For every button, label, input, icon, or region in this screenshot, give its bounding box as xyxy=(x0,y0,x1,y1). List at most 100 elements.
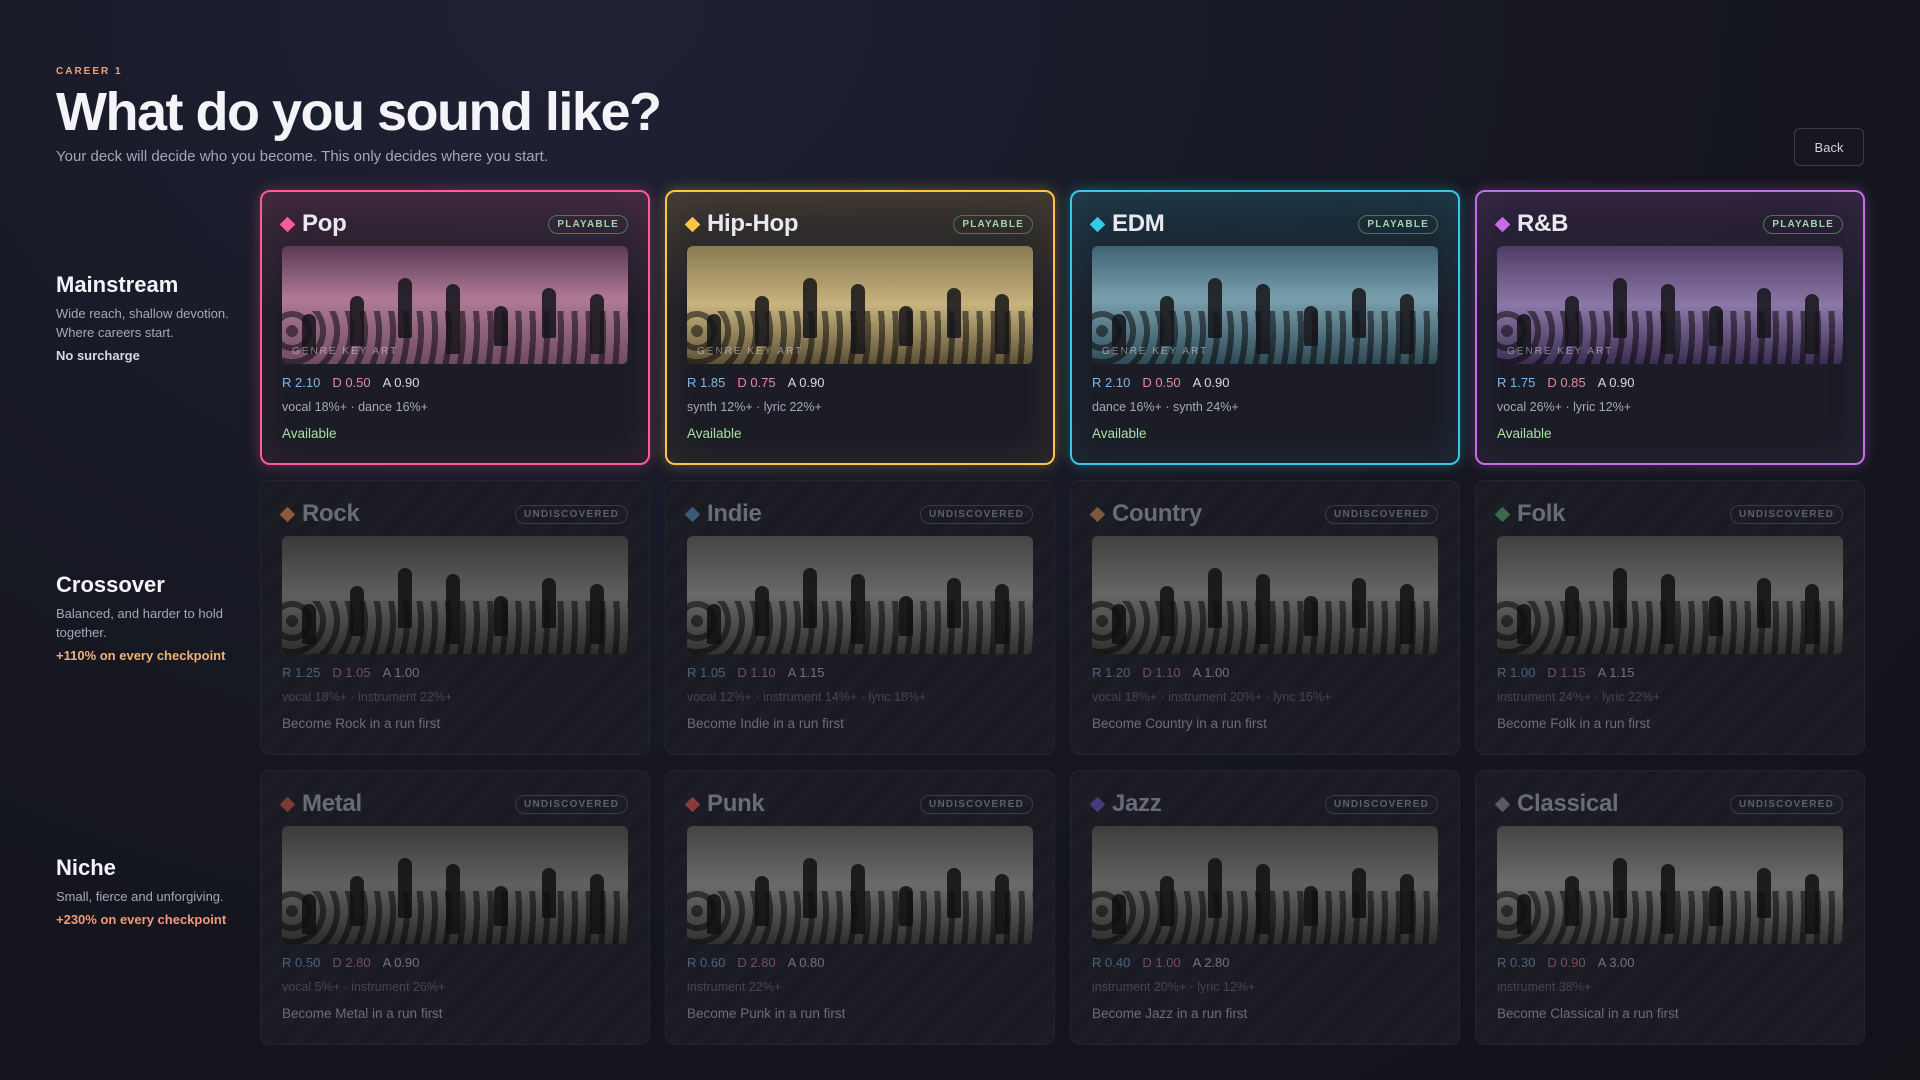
card-title: Hip-Hop xyxy=(707,210,799,237)
art-figure xyxy=(1613,278,1627,338)
card-title-wrap: Jazz xyxy=(1089,790,1162,818)
card-header: Metal UNDISCOVERED xyxy=(279,790,628,818)
art-figure xyxy=(542,578,556,628)
diamond-icon xyxy=(684,506,701,522)
stat-a: A 1.15 xyxy=(1597,665,1635,680)
art-figure xyxy=(1661,864,1675,934)
genre-key-art: GENRE KEY ART xyxy=(1092,246,1438,364)
diamond-icon xyxy=(1089,506,1106,522)
genre-stats: R 0.60 D 2.80 A 0.80 xyxy=(687,955,1033,970)
card-title: EDM xyxy=(1112,210,1165,237)
art-figure xyxy=(851,284,865,354)
genre-card-hip-hop[interactable]: Hip-Hop PLAYABLE GENRE KEY ART R 1.85 D 0.75… xyxy=(665,190,1055,465)
art-figure xyxy=(1304,886,1318,926)
art-figure xyxy=(1805,584,1819,644)
genre-traits: instrument 20%+ · lyric 12%+ xyxy=(1092,980,1256,994)
stat-d: D 1.00 xyxy=(1142,955,1181,970)
stat-r: R 2.10 xyxy=(282,375,321,390)
stat-a: A 3.00 xyxy=(1597,955,1635,970)
stat-d: D 1.05 xyxy=(332,665,371,680)
art-figure xyxy=(899,886,913,926)
art-figure xyxy=(1565,296,1579,346)
tier-crossover: Crossover Balanced, and harder to hold t… xyxy=(56,572,246,664)
art-figure xyxy=(1400,874,1414,934)
art-figure xyxy=(947,578,961,628)
stat-a: A 1.00 xyxy=(1192,665,1230,680)
art-figure xyxy=(1160,586,1174,636)
card-title-wrap: Indie xyxy=(684,500,762,528)
art-figure xyxy=(707,894,721,934)
genre-card-rock: Rock UNDISCOVERED R 1.25 D 1.05 A 1.00 vocal … xyxy=(260,480,650,755)
tier-name: Crossover xyxy=(56,572,165,597)
stat-d: D 0.90 xyxy=(1547,955,1586,970)
card-title: Indie xyxy=(707,500,762,527)
status-badge: UNDISCOVERED xyxy=(515,504,628,524)
art-figure xyxy=(1112,604,1126,644)
status-badge: UNDISCOVERED xyxy=(1730,794,1843,814)
genre-card-jazz: Jazz UNDISCOVERED R 0.40 D 1.00 A 2.80 instru… xyxy=(1070,770,1460,1045)
card-title-wrap: Country xyxy=(1089,500,1202,528)
status-badge: UNDISCOVERED xyxy=(515,794,628,814)
genre-key-art xyxy=(1092,826,1438,944)
art-figure xyxy=(1256,574,1270,644)
genre-traits: vocal 18%+ · instrument 22%+ xyxy=(282,690,453,704)
stat-a: A 0.90 xyxy=(382,955,420,970)
art-figure xyxy=(398,568,412,628)
genre-key-art xyxy=(282,536,628,654)
tier-niche: Niche Small, fierce and unforgiving. +23… xyxy=(56,855,246,928)
status-badge: PLAYABLE xyxy=(1763,214,1843,234)
stat-d: D 2.80 xyxy=(737,955,776,970)
genre-stats: R 2.10 D 0.50 A 0.90 xyxy=(1092,375,1438,390)
art-figure xyxy=(1208,568,1222,628)
genre-traits: dance 16%+ · synth 24%+ xyxy=(1092,400,1239,414)
diamond-icon xyxy=(684,796,701,812)
back-button[interactable]: Back xyxy=(1794,128,1864,166)
genre-traits: vocal 26%+ · lyric 12%+ xyxy=(1497,400,1632,414)
tier-desc: Wide reach, shallow devotion. Where care… xyxy=(56,306,229,340)
genre-key-art xyxy=(1092,536,1438,654)
genre-card-edm[interactable]: EDM PLAYABLE GENRE KEY ART R 2.10 D 0.50 A 0.… xyxy=(1070,190,1460,465)
art-figure xyxy=(803,278,817,338)
art-figure xyxy=(1709,886,1723,926)
stat-r: R 0.30 xyxy=(1497,955,1536,970)
stat-a: A 0.90 xyxy=(1192,375,1230,390)
tier-name: Niche xyxy=(56,855,116,880)
art-figure xyxy=(1613,568,1627,628)
art-figure xyxy=(1613,858,1627,918)
status-badge: UNDISCOVERED xyxy=(920,504,1033,524)
card-title-wrap: Folk xyxy=(1494,500,1566,528)
art-figure xyxy=(494,596,508,636)
art-figure xyxy=(1517,604,1531,644)
genre-traits: instrument 24%+ · lyric 22%+ xyxy=(1497,690,1661,704)
art-figure xyxy=(1400,294,1414,354)
stat-r: R 0.40 xyxy=(1092,955,1131,970)
diamond-icon xyxy=(279,216,296,232)
stat-a: A 0.90 xyxy=(1597,375,1635,390)
card-header: EDM PLAYABLE xyxy=(1089,210,1438,238)
status-badge: PLAYABLE xyxy=(1358,214,1438,234)
genre-card-metal: Metal UNDISCOVERED R 0.50 D 2.80 A 0.90 vocal… xyxy=(260,770,650,1045)
art-figure xyxy=(755,296,769,346)
art-figure xyxy=(1208,278,1222,338)
genre-status: Become Jazz in a run first xyxy=(1092,1006,1248,1021)
tier-desc: Small, fierce and unforgiving. xyxy=(56,889,224,904)
genre-status: Become Rock in a run first xyxy=(282,716,441,731)
genre-status: Available xyxy=(282,426,337,441)
stat-d: D 1.10 xyxy=(737,665,776,680)
art-figure xyxy=(350,586,364,636)
diamond-icon xyxy=(1494,216,1511,232)
card-header: Pop PLAYABLE xyxy=(279,210,628,238)
genre-card-pop[interactable]: Pop PLAYABLE GENRE KEY ART R 2.10 D 0.50 A 0.… xyxy=(260,190,650,465)
card-title: Folk xyxy=(1517,500,1566,527)
genre-key-art: GENRE KEY ART xyxy=(282,246,628,364)
genre-card-r-b[interactable]: R&B PLAYABLE GENRE KEY ART R 1.75 D 0.85 A 0.… xyxy=(1475,190,1865,465)
stat-a: A 0.80 xyxy=(787,955,825,970)
art-figure xyxy=(1709,596,1723,636)
genre-traits: vocal 18%+ · dance 16%+ xyxy=(282,400,428,414)
genre-card-indie: Indie UNDISCOVERED R 1.05 D 1.10 A 1.15 vocal… xyxy=(665,480,1055,755)
art-figure xyxy=(947,288,961,338)
genre-key-art xyxy=(1497,536,1843,654)
card-title: Pop xyxy=(302,210,347,237)
art-figure xyxy=(995,294,1009,354)
art-figure xyxy=(1256,864,1270,934)
